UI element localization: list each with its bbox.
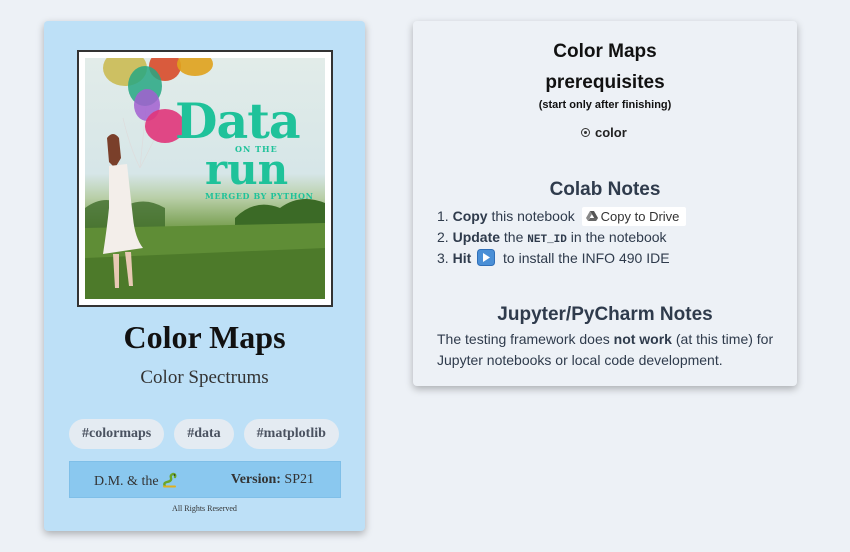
version-value: SP21 — [284, 472, 314, 487]
prereq-label: color — [595, 125, 627, 140]
card-footer-bar: D.M. & the Version: SP21 — [69, 461, 341, 498]
step-1: 1. Copy this notebook Copy to Drive — [437, 206, 687, 227]
step-3: 3. Hit to install the INFO 490 IDE — [437, 248, 686, 269]
prereq-item[interactable]: color — [581, 125, 627, 140]
notes-panel: Color Maps prerequisites (start only aft… — [413, 21, 797, 386]
cover-merged-text: MERGED BY PYTHON — [205, 191, 314, 201]
version-info: Version: SP21 — [231, 472, 314, 488]
cover-title-text: Data — [175, 92, 301, 150]
tag-data[interactable]: #data — [174, 419, 234, 449]
cover-image: Data ON THE run MERGED BY PYTHON — [85, 58, 325, 299]
tag-list: #colormaps #data #matplotlib — [69, 419, 339, 449]
jupyter-notes-heading: Jupyter/PyCharm Notes — [497, 304, 713, 325]
version-label: Version: — [230, 472, 281, 487]
copy-to-drive-label: Copy to Drive — [600, 209, 680, 224]
card-title: Color Maps — [123, 319, 286, 355]
step-1-number: 1. — [437, 208, 449, 224]
author-text: D.M. & the — [94, 474, 159, 489]
copy-to-drive-button[interactable]: Copy to Drive — [581, 207, 687, 226]
card-subtitle: Color Spectrums — [140, 367, 269, 388]
panel-title: Color Maps — [553, 41, 657, 62]
cover-run-text: run — [205, 145, 289, 194]
step-2-text-b: in the notebook — [570, 229, 667, 245]
step-2: 2. Update the NET_ID in the notebook — [437, 227, 686, 248]
prereq-note: (start only after finishing) — [538, 99, 672, 111]
step-3-text: to install the INFO 490 IDE — [503, 250, 670, 266]
colab-steps: 1. Copy this notebook Copy to Drive 2. U… — [437, 206, 687, 269]
cover-image-frame: Data ON THE run MERGED BY PYTHON — [77, 50, 333, 307]
jupyter-notes-text: The testing framework does not work (at … — [437, 329, 777, 371]
jupyter-text-a: The testing framework does — [437, 331, 610, 347]
tag-colormaps[interactable]: #colormaps — [69, 419, 165, 449]
step-2-number: 2. — [437, 229, 449, 245]
google-drive-icon — [585, 211, 598, 221]
step-2-action: Update — [452, 229, 501, 245]
colab-notes-heading: Colab Notes — [549, 179, 661, 200]
course-card: Data ON THE run MERGED BY PYTHON Color M… — [44, 21, 365, 531]
step-3-number: 3. — [437, 250, 449, 266]
rights-text: All Rights Reserved — [172, 504, 237, 513]
step-2-text-a: the — [503, 229, 524, 245]
author-credit: D.M. & the — [94, 472, 178, 490]
panel-prereq-heading: prerequisites — [545, 72, 665, 93]
snake-icon — [163, 472, 177, 488]
tag-matplotlib[interactable]: #matplotlib — [243, 419, 339, 449]
net-id-code: NET_ID — [527, 234, 567, 246]
step-1-action: Copy — [452, 208, 488, 224]
step-1-text: this notebook — [491, 208, 575, 224]
play-button-icon[interactable] — [477, 249, 496, 266]
step-3-action: Hit — [452, 250, 472, 266]
bullet-icon — [581, 128, 590, 137]
jupyter-text-bold: not work — [613, 331, 672, 347]
